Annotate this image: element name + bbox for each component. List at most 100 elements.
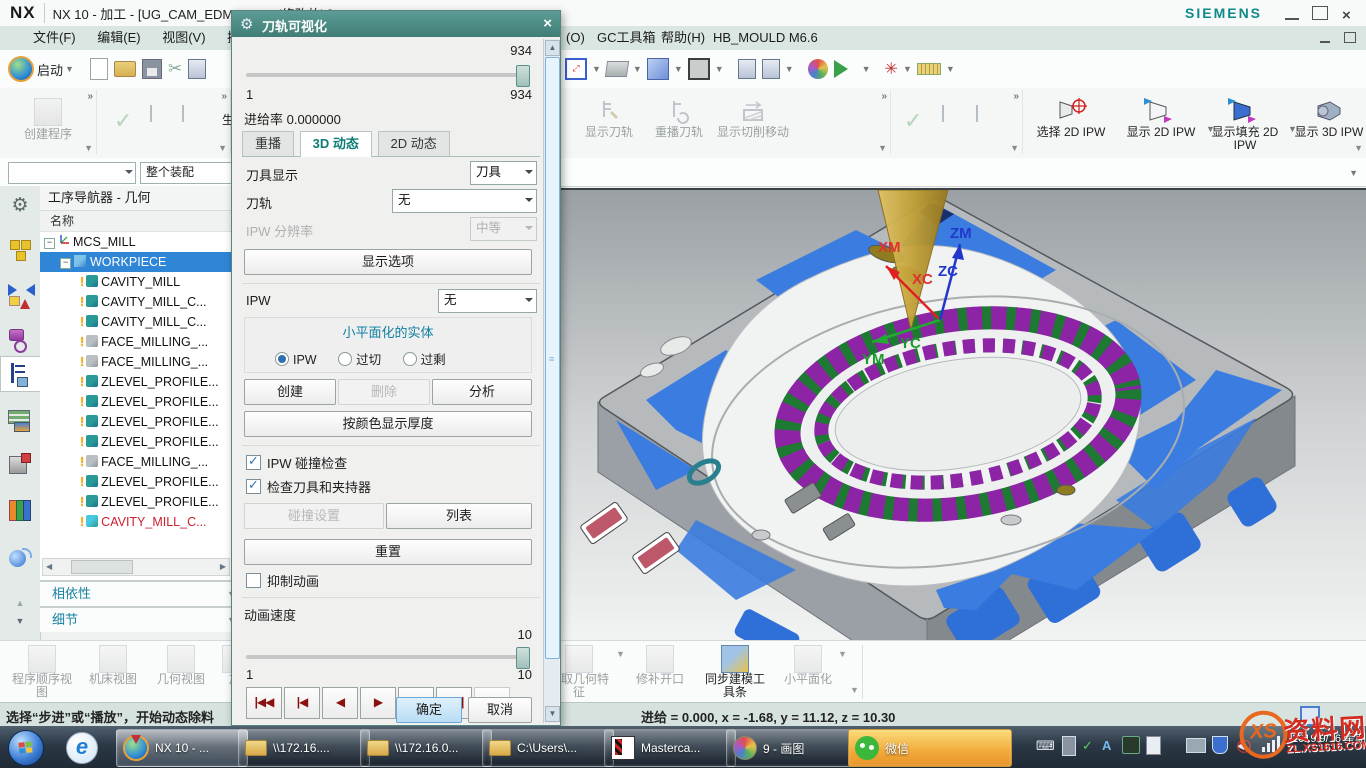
safely-remove-icon[interactable]: ✓ — [1082, 738, 1093, 754]
cut-icon[interactable]: ✂ — [168, 59, 182, 79]
show-filled-2d-ipw-icon[interactable] — [1226, 96, 1256, 124]
navigator-hscrollbar[interactable]: ◀ ▶ — [42, 558, 230, 576]
show-cut-moves-label[interactable]: 显示切削移动 — [712, 126, 794, 139]
measure-pins-icon[interactable]: ✳ — [885, 59, 898, 79]
confirm-check-icon[interactable]: ✓ — [904, 108, 922, 134]
minimize-button[interactable] — [1285, 6, 1299, 20]
menu-hb-mould[interactable]: HB_MOULD M6.6 — [704, 26, 827, 50]
scroll-down-icon[interactable]: ▼ — [545, 706, 560, 722]
ruler-icon[interactable] — [917, 63, 941, 75]
suppress-animation-check[interactable]: 抑制动画 — [246, 571, 319, 590]
background-icon[interactable] — [688, 58, 710, 80]
open-file-icon[interactable] — [114, 61, 136, 77]
play-forward-button[interactable]: ▶ — [360, 687, 396, 719]
taskbar-item-network-folder-1[interactable]: \\172.16.... — [238, 729, 370, 767]
expander-icon[interactable]: − — [44, 238, 55, 249]
part-navigator-icon[interactable] — [8, 326, 32, 350]
radio-excess[interactable]: 过剩 — [403, 353, 446, 367]
tree-row-operation[interactable]: !CAVITY_MILL_C... — [40, 312, 232, 332]
motion-slider-knob[interactable] — [516, 65, 530, 87]
machine-tool-view[interactable]: 机床视图 — [84, 645, 142, 686]
tree-row-operation-current[interactable]: !CAVITY_MILL_C... — [40, 512, 232, 532]
synchronous-modeling-button[interactable]: 同步建模工具条 — [700, 645, 770, 699]
details-panel[interactable]: 细节▼ — [40, 606, 244, 632]
nvidia-tray-icon[interactable] — [1122, 736, 1140, 754]
save-icon[interactable] — [142, 59, 162, 79]
tree-row-operation[interactable]: !ZLEVEL_PROFILE... — [40, 372, 232, 392]
taskbar-item-paint[interactable]: 9 - 画图 — [726, 729, 858, 767]
ipw-combo[interactable]: 无 — [438, 289, 537, 313]
tool-display-combo[interactable]: 刀具 — [470, 161, 537, 185]
operation-navigator-icon[interactable] — [0, 356, 40, 392]
create-program-icon[interactable] — [34, 98, 62, 126]
taskbar-item-users-folder[interactable]: C:\Users\... — [482, 729, 614, 767]
internet-explorer-icon[interactable]: e — [66, 732, 98, 764]
tab-replay[interactable]: 重播 — [242, 131, 294, 156]
tree-row-mcs-mill[interactable]: −MCS_MILL — [40, 232, 232, 252]
check-tool-holder[interactable]: 检查刀具和夹持器 — [246, 477, 371, 496]
menu-file[interactable]: 文件(F) — [24, 26, 85, 50]
tree-row-operation[interactable]: !ZLEVEL_PROFILE... — [40, 492, 232, 512]
copy-icon[interactable] — [188, 59, 206, 79]
checkbox-unchecked-icon[interactable] — [246, 573, 261, 588]
doc-minimize-button[interactable] — [1320, 32, 1330, 43]
keyboard-tray-icon[interactable]: ⌨ — [1036, 738, 1055, 754]
cancel-button[interactable]: 取消 — [468, 697, 532, 723]
patch-openings-button[interactable]: 修补开口 — [630, 645, 690, 686]
usb-tray-icon[interactable] — [1062, 736, 1076, 756]
radio-ipw[interactable]: IPW — [275, 353, 317, 367]
machine-view-icon[interactable] — [8, 408, 32, 432]
show-3d-ipw-icon[interactable] — [1314, 96, 1344, 124]
geometry-view[interactable]: 几何视图 — [152, 645, 210, 686]
replay-toolpath-icon[interactable] — [666, 98, 692, 124]
dependencies-panel[interactable]: 相依性▼ — [40, 580, 244, 606]
tree-row-operation[interactable]: !CAVITY_MILL_C... — [40, 292, 232, 312]
close-button[interactable]: × — [1342, 10, 1356, 22]
start-menu-label[interactable]: 启动 — [37, 60, 63, 79]
checkbox-checked-icon[interactable] — [246, 455, 261, 470]
roles-gear-icon[interactable]: ⚙ — [8, 194, 32, 218]
scroll-thumb[interactable] — [71, 560, 133, 574]
show-toolpath-label[interactable]: 显示刀轨 — [574, 126, 644, 139]
autodesk-tray-icon[interactable]: A — [1102, 738, 1111, 753]
expander-icon[interactable]: − — [60, 258, 71, 269]
machine-display-icon[interactable] — [605, 61, 629, 77]
assembly-navigator-icon[interactable] — [8, 238, 32, 262]
create-program-label[interactable]: 创建程序 — [0, 128, 96, 141]
constraint-navigator-icon[interactable] — [8, 282, 32, 306]
start-button[interactable] — [8, 730, 44, 766]
dialog-scroll-thumb[interactable]: ≡ — [545, 57, 560, 659]
list-output-icon[interactable] — [942, 105, 944, 122]
ipw-collision-check[interactable]: IPW 碰撞检查 — [246, 453, 347, 472]
machine-tool-navigator-icon[interactable] — [8, 452, 32, 476]
taskbar-item-network-folder-2[interactable]: \\172.16.0... — [360, 729, 492, 767]
ok-button[interactable]: 确定 — [396, 697, 462, 723]
tree-row-operation[interactable]: !ZLEVEL_PROFILE... — [40, 392, 232, 412]
show-2d-ipw-label[interactable]: 显示 2D IPW — [1118, 126, 1204, 139]
action-center-shield-icon[interactable] — [1212, 736, 1228, 754]
replay-toolpath-label[interactable]: 重播刀轨 — [644, 126, 714, 139]
menu-edit[interactable]: 编辑(E) — [88, 26, 149, 50]
postprocess-icon[interactable] — [150, 105, 152, 122]
speed-slider-knob[interactable] — [516, 647, 530, 669]
shop-doc-icon[interactable] — [182, 105, 184, 122]
palette-icon[interactable] — [808, 59, 828, 79]
tree-row-operation[interactable]: !ZLEVEL_PROFILE... — [40, 412, 232, 432]
list-button[interactable]: 列表 — [386, 503, 532, 529]
menu-view[interactable]: 视图(V) — [153, 26, 214, 50]
go-to-start-button[interactable]: |◀◀ — [246, 687, 282, 719]
doc-restore-button[interactable] — [1344, 32, 1356, 43]
render-style-icon[interactable] — [834, 60, 857, 78]
selbar-overflow-icon[interactable]: ▼ — [1349, 168, 1358, 178]
tree-row-operation[interactable]: !FACE_MILLING_... — [40, 352, 232, 372]
shaded-view-icon[interactable] — [647, 58, 669, 80]
tree-row-operation[interactable]: !ZLEVEL_PROFILE... — [40, 432, 232, 452]
tree-row-workpiece[interactable]: −WORKPIECE — [40, 252, 232, 272]
window-layout-icon[interactable] — [738, 59, 756, 79]
dialog-close-icon[interactable]: × — [543, 15, 552, 32]
internet-help-icon[interactable] — [8, 546, 32, 570]
scroll-right-icon[interactable]: ▶ — [220, 562, 226, 571]
tree-row-operation[interactable]: !FACE_MILLING_... — [40, 332, 232, 352]
rail-scroll-down-icon[interactable]: ▼ — [8, 616, 32, 640]
scroll-left-icon[interactable]: ◀ — [46, 562, 52, 571]
